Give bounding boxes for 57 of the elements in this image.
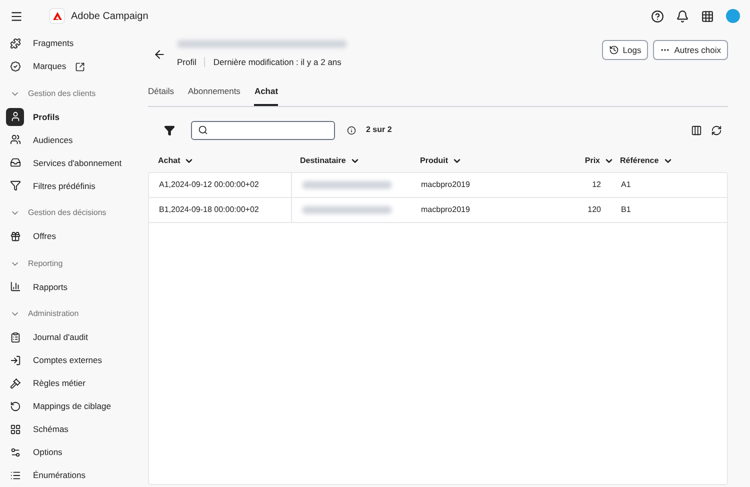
- sidebar-item[interactable]: Options: [6, 440, 138, 464]
- record-type: Profil: [177, 56, 196, 69]
- sidebar-item[interactable]: Offres: [6, 224, 138, 248]
- table-cell-text: 12: [591, 178, 602, 190]
- table-cell-text: B1: [620, 204, 632, 216]
- section-heading: Gestion des décisions: [28, 207, 106, 220]
- sidebar-item[interactable]: Marques: [6, 55, 138, 78]
- tab[interactable]: Achat: [254, 84, 278, 106]
- tab[interactable]: Détails: [148, 84, 174, 106]
- column-header[interactable]: Produit: [420, 154, 448, 166]
- table-cell-text: 120: [586, 204, 602, 216]
- person-icon: [6, 108, 24, 126]
- sidebar-item[interactable]: Mappings de ciblage: [6, 394, 138, 418]
- column-header[interactable]: Achat: [158, 154, 180, 166]
- bell-icon[interactable]: [676, 10, 689, 22]
- avatar[interactable]: [726, 9, 740, 23]
- sidebar-item[interactable]: Schémas: [6, 418, 138, 441]
- sidebar-item[interactable]: Énumérations: [6, 464, 138, 487]
- sidebar-item[interactable]: Règles métier: [6, 372, 138, 395]
- logs-button[interactable]: Logs: [602, 40, 648, 60]
- more-options-button[interactable]: Autres choix: [653, 40, 728, 60]
- table-cell-text: A1,2024-09-12 00:00:00+02: [158, 178, 260, 190]
- sidebar-item[interactable]: Filtres prédéfinis: [6, 174, 138, 198]
- table-cell-text: A1: [620, 178, 632, 190]
- help-icon[interactable]: [651, 10, 664, 22]
- table-cell-text: macbpro2019: [420, 204, 471, 216]
- external-link-icon: [75, 62, 86, 72]
- apps-icon[interactable]: [701, 10, 714, 22]
- tab[interactable]: Abonnements: [188, 84, 240, 106]
- table-cell-text: B1,2024-09-18 00:00:00+02: [158, 204, 260, 216]
- table-cell-text: macbpro2019: [420, 178, 471, 190]
- sidebar-item[interactable]: Services d'abonnement: [6, 151, 138, 174]
- menu-icon[interactable]: [10, 10, 23, 22]
- sidebar-item[interactable]: Profils: [6, 105, 138, 128]
- sidebar-item[interactable]: Audiences: [6, 128, 138, 152]
- last-modified: Dernière modification : il y a 2 ans: [213, 56, 342, 69]
- refresh-icon[interactable]: [711, 124, 722, 136]
- column-header[interactable]: Prix: [584, 154, 600, 166]
- sidebar-item[interactable]: Journal d'audit: [6, 326, 138, 349]
- section-heading: Reporting: [28, 258, 63, 270]
- search-icon: [198, 125, 208, 135]
- result-count: 2 sur 2: [366, 124, 392, 136]
- history-icon: [608, 45, 619, 55]
- columns-icon[interactable]: [691, 124, 702, 136]
- section-heading: Gestion des clients: [28, 88, 96, 100]
- section-heading: Administration: [28, 308, 79, 320]
- logo-icon: [49, 8, 65, 24]
- back-icon[interactable]: [153, 48, 166, 61]
- search-field[interactable]: [191, 120, 335, 140]
- sidebar-item[interactable]: Fragments: [6, 32, 138, 55]
- column-header[interactable]: Référence: [620, 154, 659, 166]
- filter-icon[interactable]: [164, 124, 175, 136]
- info-icon: [347, 126, 356, 134]
- sidebar-item[interactable]: Comptes externes: [6, 348, 138, 372]
- column-header[interactable]: Destinataire: [300, 154, 346, 166]
- app-title: Adobe Campaign: [71, 10, 148, 24]
- sidebar-item[interactable]: Rapports: [6, 275, 138, 298]
